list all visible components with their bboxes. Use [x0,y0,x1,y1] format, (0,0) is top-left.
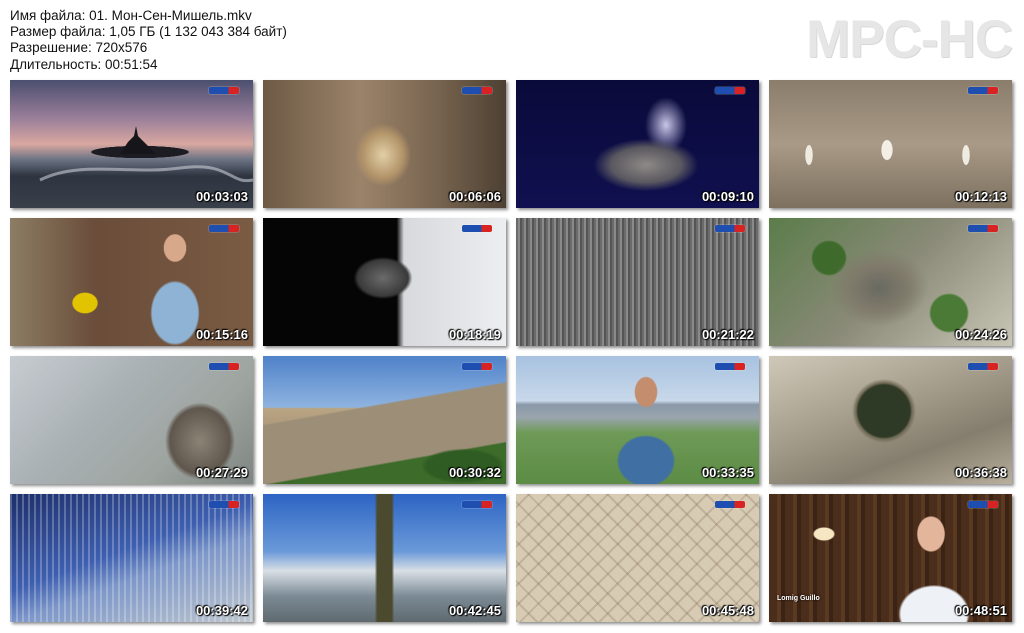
file-info: Имя файла: 01. Мон-Сен-Мишель.mkv Размер… [10,8,287,73]
thumbnail[interactable]: 00:03:03 [10,80,253,208]
channel-logo-icon [968,87,998,94]
timestamp: 00:39:42 [195,603,248,618]
timestamp: 00:21:22 [701,327,754,342]
channel-logo-icon [462,501,492,508]
thumbnail[interactable]: 00:39:42 [10,494,253,622]
thumbnail[interactable]: 00:42:45 [263,494,506,622]
channel-logo-icon [715,363,745,370]
channel-logo-icon [715,87,745,94]
timestamp: 00:06:06 [448,189,501,204]
timestamp: 00:45:48 [701,603,754,618]
thumbnail[interactable]: 00:30:32 [263,356,506,484]
thumbnail-grid: 00:03:03 00:06:06 00:09:10 00:12:13 00:1… [10,80,1014,623]
channel-logo-icon [209,87,239,94]
channel-logo-icon [968,225,998,232]
thumbnail[interactable]: 00:27:29 [10,356,253,484]
channel-logo-icon [209,363,239,370]
timestamp: 00:30:32 [448,465,501,480]
channel-logo-icon [968,501,998,508]
thumbnail[interactable]: 00:36:38 [769,356,1012,484]
timestamp: 00:27:29 [195,465,248,480]
channel-logo-icon [462,225,492,232]
thumbnail[interactable]: Lomig Guillo 00:48:51 [769,494,1012,622]
mpc-hc-logo: MPC-HC [806,10,1013,69]
timestamp: 00:36:38 [954,465,1007,480]
thumbnail[interactable]: 00:12:13 [769,80,1012,208]
thumbnail[interactable]: 00:09:10 [516,80,759,208]
timestamp: 00:18:19 [448,327,501,342]
timestamp: 00:48:51 [954,603,1007,618]
timestamp: 00:33:35 [701,465,754,480]
channel-logo-icon [715,225,745,232]
resolution-line: Разрешение: 720x576 [10,40,148,56]
channel-logo-icon [715,501,745,508]
thumbnail[interactable]: 00:24:26 [769,218,1012,346]
file-size-line: Размер файла: 1,05 ГБ (1 132 043 384 бай… [10,24,287,40]
timestamp: 00:42:45 [448,603,501,618]
thumbnail[interactable]: 00:06:06 [263,80,506,208]
file-name-line: Имя файла: 01. Мон-Сен-Мишель.mkv [10,8,252,23]
channel-logo-icon [209,225,239,232]
thumbnail[interactable]: 00:45:48 [516,494,759,622]
channel-logo-icon [968,363,998,370]
timestamp: 00:09:10 [701,189,754,204]
thumbnail[interactable]: 00:15:16 [10,218,253,346]
timestamp: 00:24:26 [954,327,1007,342]
thumbnail[interactable]: 00:18:19 [263,218,506,346]
timestamp: 00:12:13 [954,189,1007,204]
name-caption: Lomig Guillo [777,595,820,602]
duration-line: Длительность: 00:51:54 [10,56,158,72]
timestamp: 00:03:03 [195,189,248,204]
channel-logo-icon [209,501,239,508]
channel-logo-icon [462,363,492,370]
timestamp: 00:15:16 [195,327,248,342]
thumbnail[interactable]: 00:21:22 [516,218,759,346]
channel-logo-icon [462,87,492,94]
thumbnail[interactable]: 00:33:35 [516,356,759,484]
